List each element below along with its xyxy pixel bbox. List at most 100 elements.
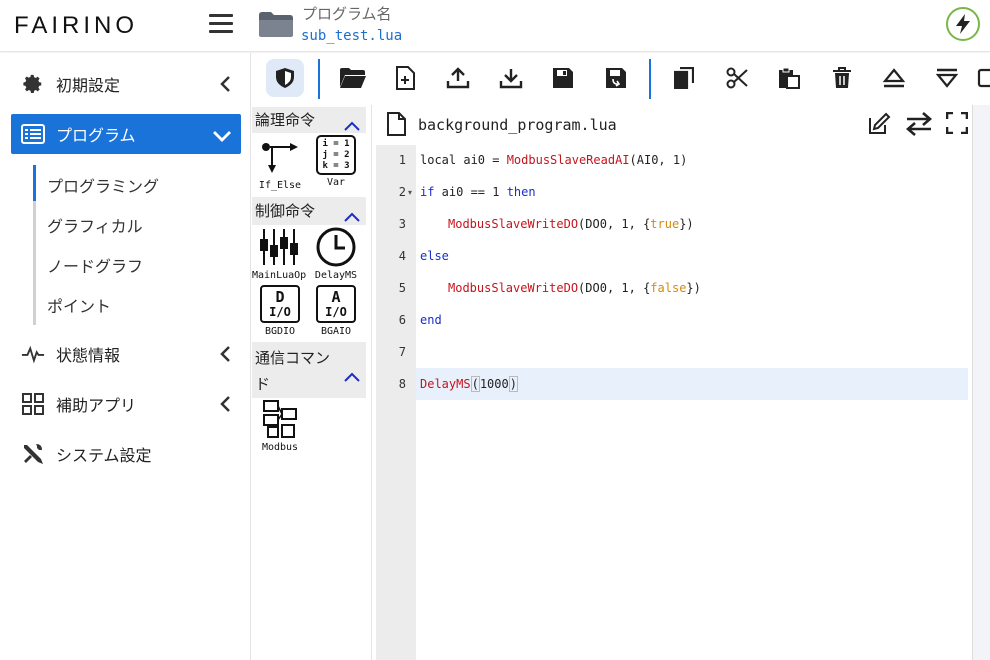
more-tool-icon[interactable] [976, 59, 990, 97]
block-modbus[interactable]: Modbus [254, 399, 306, 453]
code-text: local ai0 = [420, 153, 507, 167]
clock-icon [316, 227, 356, 267]
tools-icon [21, 442, 45, 466]
paste-icon[interactable] [770, 59, 808, 97]
if-else-icon [262, 143, 298, 173]
upload-icon[interactable] [439, 59, 477, 97]
code-text: 1000 [479, 377, 509, 391]
swap-icon[interactable] [906, 112, 932, 140]
block-palette: 論理命令 If_Else i = 1 j = 2 k = 3 Var 制御命令 … [252, 105, 372, 660]
power-status-icon[interactable] [946, 7, 980, 41]
block-label: Var [326, 177, 346, 188]
sidebar-item-system-settings[interactable]: システム設定 [11, 434, 241, 474]
code-line[interactable]: else [420, 249, 449, 263]
submenu-node-graph[interactable]: ノードグラフ [47, 253, 143, 277]
right-panel-edge [972, 105, 990, 660]
line-number: 8 [398, 377, 406, 391]
program-name-label: プログラム名 [302, 5, 392, 23]
code-text: ai0 == 1 [434, 185, 507, 199]
cut-icon[interactable] [718, 59, 756, 97]
code-paren: ) [508, 376, 518, 392]
code-line[interactable]: if ai0 == 1 then [420, 185, 536, 199]
save-icon[interactable] [544, 59, 582, 97]
code-editor-panel: background_program.lua 1 2 ▾ 3 4 5 6 7 8… [376, 105, 972, 660]
sidebar-item-program[interactable]: プログラム [11, 114, 241, 154]
folder-icon[interactable] [258, 9, 294, 43]
submenu-points[interactable]: ポイント [47, 293, 111, 317]
shield-icon[interactable] [266, 59, 304, 97]
network-icon [263, 400, 297, 438]
line-number: 5 [398, 281, 406, 295]
palette-section-logic[interactable]: 論理命令 [252, 107, 366, 133]
code-paren: ( [470, 376, 480, 392]
sliders-icon [260, 229, 298, 265]
fullscreen-icon[interactable] [945, 111, 969, 138]
block-bgdio[interactable]: D I/O BGDIO [254, 285, 306, 337]
analog-io-icon: A I/O [316, 285, 356, 323]
line-number: 2 [398, 185, 406, 199]
block-main-lua-op[interactable]: MainLuaOp [252, 227, 306, 281]
code-text: (DO0, 1, { [578, 217, 651, 231]
fold-arrow-icon[interactable]: ▾ [408, 188, 412, 197]
block-label: BGDIO [264, 326, 296, 337]
submenu-active-marker [33, 165, 36, 201]
submenu-graphical[interactable]: グラフィカル [47, 213, 143, 237]
sidebar-item-label: プログラム [56, 126, 136, 145]
submenu-programming[interactable]: プログラミング [47, 173, 159, 197]
save-as-icon[interactable] [597, 59, 635, 97]
toolbar-separator [649, 59, 651, 99]
code-line[interactable]: ModbusSlaveWriteDO(DO0, 1, {false}) [448, 281, 701, 295]
sidebar-item-status-info[interactable]: 状態情報 [11, 334, 241, 374]
var-line: i = 1 [322, 139, 350, 149]
pulse-icon [21, 342, 45, 366]
sidebar-item-initial-settings[interactable]: 初期設定 [11, 64, 241, 104]
gear-icon [21, 72, 45, 96]
block-label: DelayMS [314, 270, 358, 281]
line-number: 4 [398, 249, 406, 263]
app-header: FAIRINO プログラム名 sub_test.lua [0, 0, 990, 52]
sidebar-item-label: 補助アプリ [56, 396, 137, 415]
code-line[interactable]: local ai0 = ModbusSlaveReadAI(AI0, 1) [420, 153, 687, 167]
move-up-icon[interactable] [875, 59, 913, 97]
palette-section-communication[interactable]: 通信コマンド [252, 342, 366, 398]
var-line: k = 3 [322, 161, 350, 171]
code-function: ModbusSlaveWriteDO [448, 217, 579, 231]
io-letter: D [275, 288, 285, 306]
palette-section-title: 制御命令 [255, 202, 316, 220]
code-keyword: if [420, 185, 435, 199]
chevron-down-icon [213, 127, 231, 146]
copy-icon[interactable] [665, 59, 703, 97]
chevron-up-icon [344, 364, 360, 390]
download-icon[interactable] [492, 59, 530, 97]
digital-io-icon: D I/O [260, 285, 300, 323]
code-text: }) [679, 217, 694, 231]
chevron-left-icon [219, 346, 231, 366]
code-keyword: end [420, 313, 442, 327]
sidebar-item-aux-apps[interactable]: 補助アプリ [11, 384, 241, 424]
palette-section-control[interactable]: 制御命令 [252, 197, 366, 225]
block-label: Modbus [261, 442, 299, 453]
line-number: 1 [398, 153, 406, 167]
new-file-icon[interactable] [386, 59, 424, 97]
chevron-left-icon [219, 396, 231, 416]
folder-open-icon[interactable] [334, 59, 372, 97]
block-bgaio[interactable]: A I/O BGAIO [310, 285, 362, 337]
code-boolean: true [650, 217, 680, 231]
code-text: }) [686, 281, 701, 295]
block-if-else[interactable]: If_Else [254, 137, 306, 191]
block-delay-ms[interactable]: DelayMS [310, 227, 362, 281]
code-function: ModbusSlaveWriteDO [448, 281, 579, 295]
code-function: ModbusSlaveReadAI [506, 153, 630, 167]
code-line[interactable]: DelayMS(1000) [420, 376, 518, 392]
delete-icon[interactable] [823, 59, 861, 97]
edit-icon[interactable] [867, 112, 891, 140]
menu-toggle-icon[interactable] [209, 14, 233, 34]
program-file-name[interactable]: sub_test.lua [301, 28, 402, 44]
block-var[interactable]: i = 1 j = 2 k = 3 Var [310, 135, 362, 188]
editor-filename: background_program.lua [418, 116, 617, 134]
grid-icon [21, 392, 45, 416]
code-line[interactable]: end [420, 313, 442, 327]
code-line[interactable]: ModbusSlaveWriteDO(DO0, 1, {true}) [448, 217, 694, 231]
move-down-icon[interactable] [928, 59, 966, 97]
io-letter: A [331, 288, 341, 306]
